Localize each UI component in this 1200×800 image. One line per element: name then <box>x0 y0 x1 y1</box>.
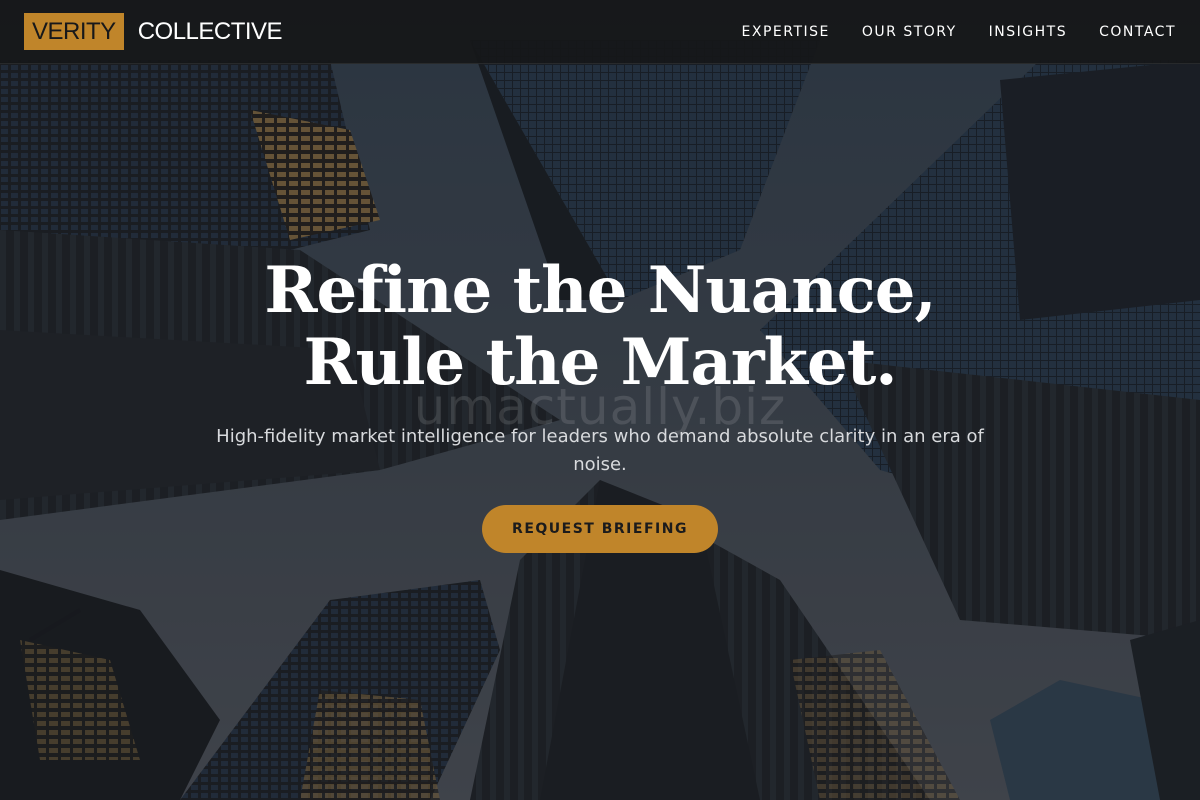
logo-primary-text: VERITY <box>24 13 124 50</box>
nav-link-expertise[interactable]: EXPERTISE <box>742 24 830 40</box>
nav-link-contact[interactable]: CONTACT <box>1099 24 1176 40</box>
logo-secondary-text: COLLECTIVE <box>137 17 283 45</box>
hero-subtitle: High-fidelity market intelligence for le… <box>216 426 984 475</box>
request-briefing-button[interactable]: REQUEST BRIEFING <box>482 505 718 553</box>
brand-logo[interactable]: VERITY COLLECTIVE <box>24 13 283 50</box>
hero-title: Refine the Nuance, Rule the Market. <box>264 253 936 400</box>
nav-link-our-story[interactable]: OUR STORY <box>862 24 957 40</box>
site-header: VERITY COLLECTIVE EXPERTISE OUR STORY IN… <box>0 0 1200 64</box>
main-nav: EXPERTISE OUR STORY INSIGHTS CONTACT <box>710 24 1176 40</box>
hero-section: Refine the Nuance, Rule the Market. High… <box>0 255 1200 553</box>
nav-link-insights[interactable]: INSIGHTS <box>989 24 1067 40</box>
landing-page: VERITY COLLECTIVE EXPERTISE OUR STORY IN… <box>0 0 1200 800</box>
